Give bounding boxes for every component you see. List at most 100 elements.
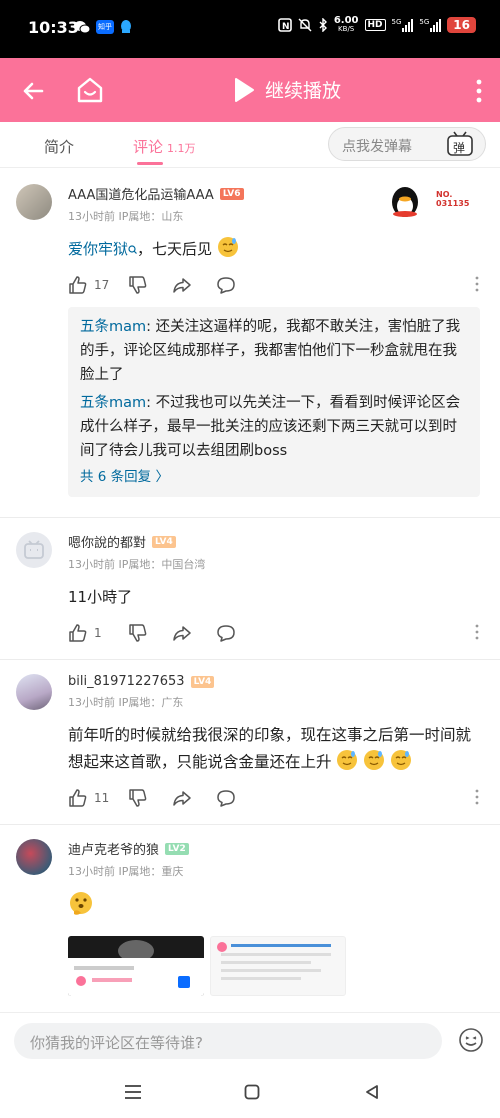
comment-username[interactable]: bili_81971227653 bbox=[68, 674, 185, 689]
share-button[interactable] bbox=[172, 788, 216, 808]
comment-username[interactable]: 嗯你說的都對 bbox=[68, 532, 146, 551]
emoji-sweat-icon bbox=[217, 237, 238, 257]
avatar[interactable] bbox=[16, 839, 52, 875]
zhihu-app-icon: 知乎 bbox=[96, 20, 114, 34]
share-button[interactable] bbox=[172, 623, 216, 643]
status-time: 10:33 bbox=[28, 18, 79, 37]
emoji-thinking-icon bbox=[70, 892, 92, 915]
hd-icon: HD bbox=[364, 19, 386, 31]
more-vertical-icon[interactable] bbox=[474, 788, 480, 806]
dislike-button[interactable] bbox=[128, 788, 172, 808]
recent-apps-icon[interactable] bbox=[124, 1084, 142, 1100]
like-button[interactable]: 17 bbox=[68, 275, 128, 295]
comment-username[interactable]: AAA国道危化品运输AAA bbox=[68, 184, 214, 203]
signal-2-icon: 5G bbox=[419, 18, 442, 32]
system-navigation-bar bbox=[0, 1070, 500, 1118]
reply-button[interactable] bbox=[216, 275, 256, 295]
video-top-bar: 继续播放 bbox=[0, 58, 500, 122]
more-vertical-icon[interactable] bbox=[474, 275, 480, 293]
continue-play-label: 继续播放 bbox=[265, 80, 342, 102]
play-icon bbox=[235, 77, 254, 102]
dislike-button[interactable] bbox=[128, 623, 172, 643]
tab-comments-count: 1.1万 bbox=[167, 142, 196, 155]
speech-bubble-icon bbox=[217, 625, 235, 642]
speech-bubble-icon bbox=[217, 277, 235, 294]
comment-compose-bar: 你猜我的评论区在等待谁? bbox=[0, 1012, 500, 1070]
speech-bubble-icon bbox=[217, 790, 235, 807]
comment-text bbox=[68, 891, 480, 926]
status-bar: 10:33 知乎 N 6.00 KB/S HD 5G 5G 16 bbox=[0, 0, 500, 58]
comment-text: 爱你牢狱 ，七天后见 bbox=[68, 236, 480, 263]
emoji-sweat-icon bbox=[337, 750, 358, 770]
mute-bell-icon bbox=[298, 18, 312, 32]
comment-image-thumbnail[interactable] bbox=[68, 936, 204, 996]
comment-input[interactable]: 你猜我的评论区在等待谁? bbox=[14, 1023, 442, 1059]
active-tab-indicator bbox=[137, 162, 163, 165]
content-tabs: 简介 评论 1.1万 点我发弹幕 弹 bbox=[0, 122, 500, 168]
comment-item: 嗯你說的都對 LV4 13小时前 IP属地：中国台湾 11小時了 1 bbox=[0, 518, 500, 660]
more-vertical-icon[interactable] bbox=[474, 623, 480, 641]
status-system-icons: N 6.00 KB/S HD 5G 5G 16 bbox=[278, 16, 476, 34]
share-arrow-icon bbox=[173, 626, 191, 641]
comment-meta: 13小时前 IP属地：广东 bbox=[68, 696, 184, 709]
comment-username[interactable]: 迪卢克老爷的狼 bbox=[68, 839, 159, 858]
avatar[interactable] bbox=[16, 532, 52, 568]
tab-comments[interactable]: 评论 1.1万 bbox=[133, 136, 196, 157]
thumbs-down-icon bbox=[129, 276, 147, 294]
level-badge: LV6 bbox=[219, 187, 244, 200]
continue-play-button[interactable]: 继续播放 bbox=[233, 76, 341, 103]
battery-indicator: 16 bbox=[447, 17, 476, 33]
like-count: 11 bbox=[94, 791, 110, 805]
comment-item: bili_81971227653 LV4 13小时前 IP属地：广东 前年听的时… bbox=[0, 660, 500, 825]
comment-item: 迪卢克老爷的狼 LV2 13小时前 IP属地：重庆 bbox=[0, 825, 500, 996]
thumbs-up-icon bbox=[69, 789, 87, 807]
comment-input-placeholder: 你猜我的评论区在等待谁? bbox=[30, 1034, 203, 1052]
comment-meta: 13小时前 IP属地：重庆 bbox=[68, 865, 184, 878]
qq-penguin-icon bbox=[392, 187, 418, 217]
comment-text: 11小時了 bbox=[68, 588, 133, 606]
emoji-picker-icon[interactable] bbox=[458, 1027, 484, 1053]
badge-no-label: NO. bbox=[436, 190, 453, 199]
reply-username[interactable]: 五条mam bbox=[80, 395, 146, 411]
danmaku-toggle-icon[interactable]: 弹 bbox=[445, 130, 475, 158]
level-badge: LV4 bbox=[190, 675, 215, 688]
reply-username[interactable]: 五条mam bbox=[80, 319, 146, 335]
like-count: 17 bbox=[94, 278, 110, 292]
comment-image-thumbnail[interactable] bbox=[210, 936, 346, 996]
tab-intro[interactable]: 简介 bbox=[44, 136, 74, 157]
level-badge: LV4 bbox=[152, 535, 176, 548]
like-button[interactable]: 1 bbox=[68, 623, 128, 643]
comment-actions: 17 bbox=[68, 273, 480, 297]
back-arrow-icon[interactable] bbox=[18, 76, 48, 106]
reply-preview-box[interactable]: 五条mam: 还关注这逼样的呢，我都不敢关注，害怕脏了我的手，评论区纯成那样子，… bbox=[68, 307, 480, 497]
share-button[interactable] bbox=[172, 275, 216, 295]
view-all-replies-link[interactable]: 共 6 条回复 〉 bbox=[80, 465, 468, 489]
more-vertical-icon[interactable] bbox=[474, 78, 484, 104]
reply-button[interactable] bbox=[216, 788, 256, 808]
qq-icon bbox=[121, 20, 131, 33]
reply-button[interactable] bbox=[216, 623, 256, 643]
avatar[interactable] bbox=[16, 184, 52, 220]
back-triangle-icon[interactable] bbox=[364, 1084, 380, 1100]
comment-list: AAA国道危化品运输AAA LV6 13小时前 IP属地：山东 NO. 0311… bbox=[0, 170, 500, 1012]
comment-item: AAA国道危化品运输AAA LV6 13小时前 IP属地：山东 NO. 0311… bbox=[0, 170, 500, 518]
home-icon[interactable] bbox=[74, 74, 106, 106]
default-tv-avatar-icon bbox=[24, 540, 44, 559]
level-badge: LV2 bbox=[165, 842, 189, 855]
danmaku-input[interactable]: 点我发弹幕 弹 bbox=[328, 127, 486, 161]
avatar[interactable] bbox=[16, 674, 52, 710]
net-speed: 6.00 KB/S bbox=[333, 15, 359, 34]
like-button[interactable]: 11 bbox=[68, 788, 128, 808]
dislike-button[interactable] bbox=[128, 275, 172, 295]
share-arrow-icon bbox=[173, 278, 191, 293]
comment-images bbox=[68, 936, 480, 996]
wechat-icon bbox=[74, 21, 90, 34]
nfc-icon: N bbox=[278, 18, 292, 32]
bluetooth-icon bbox=[319, 18, 327, 32]
thumbs-up-icon bbox=[69, 624, 87, 642]
home-square-icon[interactable] bbox=[244, 1084, 260, 1100]
comment-text-rest: ，七天后见 bbox=[137, 240, 213, 258]
search-link[interactable]: 爱你牢狱 bbox=[68, 240, 128, 258]
thumbs-up-icon bbox=[69, 276, 87, 294]
search-icon[interactable] bbox=[128, 245, 137, 254]
